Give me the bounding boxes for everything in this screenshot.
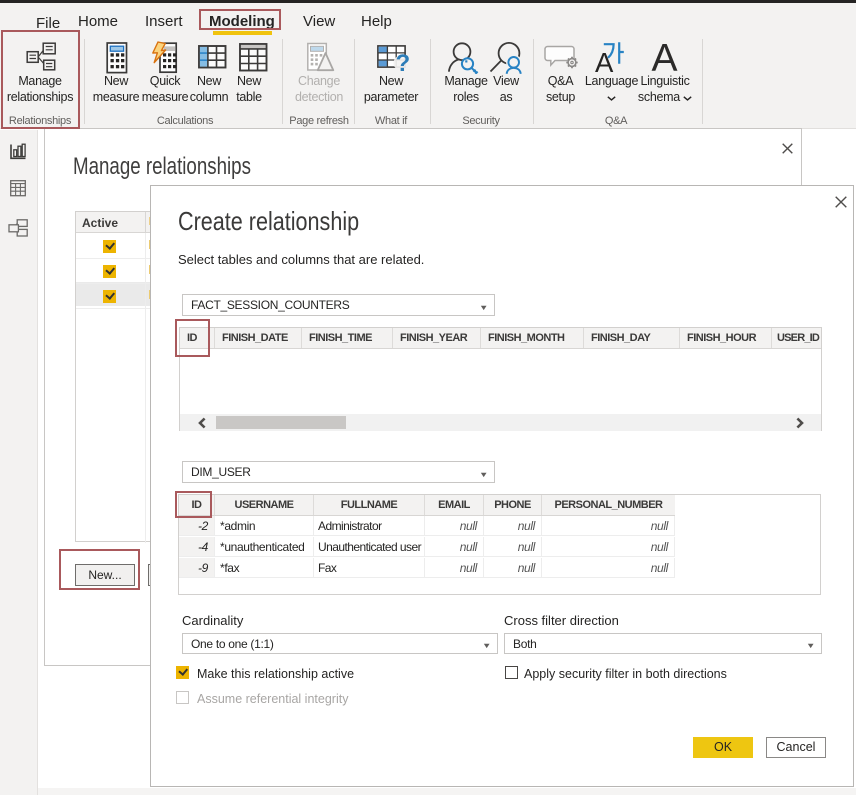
- svg-text:A: A: [652, 39, 678, 73]
- svg-text:?: ?: [396, 50, 411, 75]
- svg-text:A: A: [595, 47, 614, 75]
